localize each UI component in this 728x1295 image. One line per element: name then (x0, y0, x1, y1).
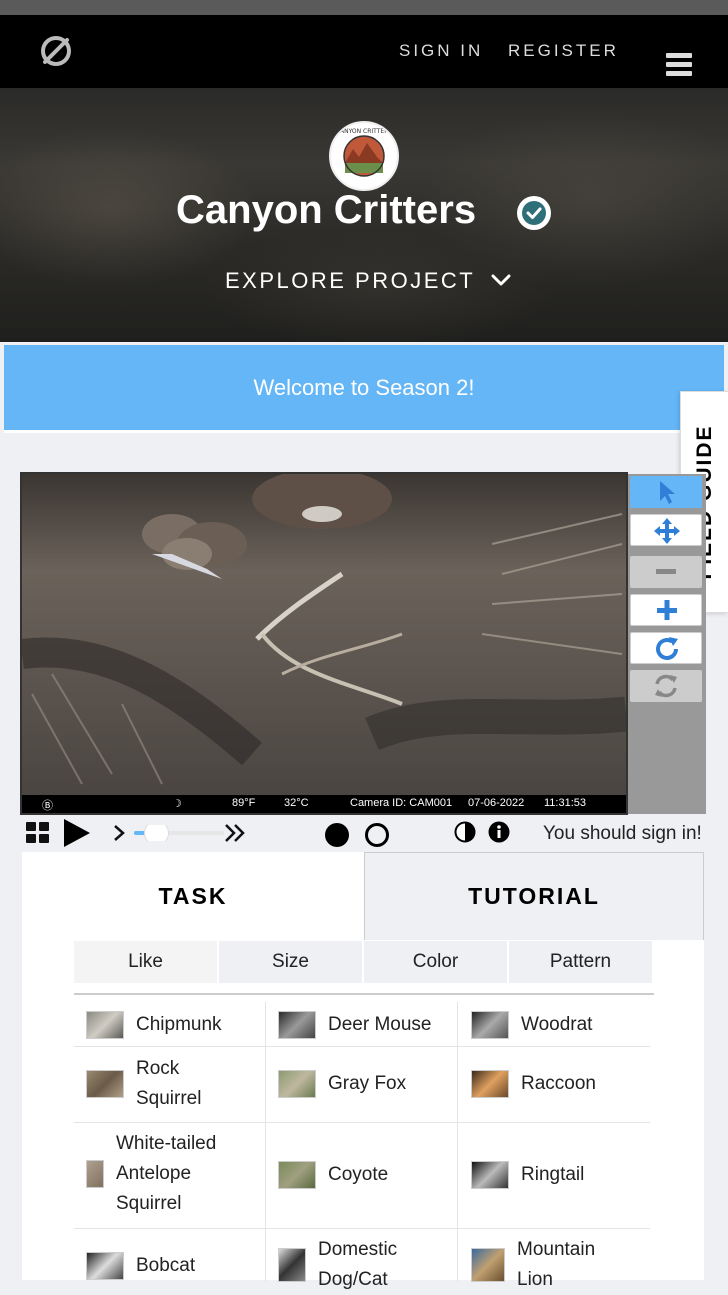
species-thumbnail (86, 1252, 124, 1280)
camera-badge-icon: Ⓑ (42, 800, 53, 812)
filter-size[interactable]: Size (219, 941, 362, 983)
species-thumbnail (471, 1161, 509, 1189)
species-label: Gray Fox (328, 1073, 407, 1094)
tab-tutorial[interactable]: TUTORIAL (364, 852, 704, 940)
project-title: Canyon Critters (176, 188, 477, 232)
zoom-in-button[interactable] (630, 594, 702, 626)
sign-in-message: You should sign in! (543, 823, 702, 844)
reset-view-button[interactable] (630, 670, 702, 702)
characteristic-filters: Like Size Color Pattern (74, 941, 652, 983)
moon-icon: ☽ (172, 798, 182, 810)
species-thumbnail (471, 1011, 509, 1039)
species-thumbnail (86, 1160, 104, 1188)
fast-forward-icon[interactable] (224, 823, 248, 847)
species-label: Coyote (328, 1164, 389, 1185)
camera-trap-photo (22, 474, 626, 797)
temp-c: 32°C (284, 797, 309, 809)
register-link[interactable]: REGISTER (508, 41, 619, 61)
subject-controls: You should sign in! (22, 816, 708, 852)
announcement-banner[interactable]: Welcome to Season 2! (4, 345, 724, 433)
capture-date: 07-06-2022 (468, 797, 525, 809)
species-bobcat[interactable]: Bobcat (86, 1251, 195, 1281)
species-coyote[interactable]: Coyote (278, 1160, 388, 1190)
species-label: Domestic Dog/Cat (318, 1239, 398, 1290)
species-thumbnail (86, 1070, 124, 1098)
species-thumbnail (278, 1161, 316, 1189)
species-mountain-lion[interactable]: Mountain Lion (471, 1235, 595, 1295)
subject-image[interactable]: Ⓑ ☽ 89°F 32°C Camera ID: CAM001 07-06-20… (20, 472, 628, 815)
species-label: Ringtail (521, 1164, 585, 1185)
play-icon[interactable] (62, 818, 92, 852)
zoom-out-button[interactable] (630, 556, 702, 588)
species-label: White-tailed Antelope Squirrel (116, 1133, 217, 1214)
playback-speed-slider[interactable] (134, 820, 224, 846)
species-label: Woodrat (521, 1014, 593, 1035)
image-tool-panel (628, 474, 706, 814)
grid-view-icon[interactable] (26, 822, 50, 848)
species-white-tailed-antelope-squirrel[interactable]: White-tailed Antelope Squirrel (86, 1129, 216, 1219)
sign-in-link[interactable]: SIGN IN (399, 41, 483, 61)
species-thumbnail (86, 1011, 124, 1039)
zooniverse-logo-icon[interactable] (38, 33, 74, 69)
contrast-icon[interactable] (454, 821, 476, 847)
species-thumbnail (278, 1248, 306, 1282)
filter-color[interactable]: Color (364, 941, 507, 983)
chevron-down-icon[interactable] (490, 270, 512, 290)
species-thumbnail (278, 1070, 316, 1098)
species-label: Raccoon (521, 1073, 596, 1094)
camera-id: Camera ID: CAM001 (350, 797, 453, 809)
species-raccoon[interactable]: Raccoon (471, 1069, 596, 1099)
filter-like[interactable]: Like (74, 941, 217, 983)
step-forward-icon[interactable] (112, 824, 126, 846)
avatar-text: CANYON CRITTERS (336, 128, 393, 135)
annotate-tool-button[interactable] (630, 476, 702, 508)
tab-task[interactable]: TASK (22, 852, 364, 940)
project-avatar: CANYON CRITTERS (329, 121, 399, 191)
rotate-button[interactable] (630, 632, 702, 664)
capture-time: 11:31:53 (544, 797, 587, 809)
species-deer-mouse[interactable]: Deer Mouse (278, 1010, 432, 1040)
species-thumbnail (471, 1248, 505, 1282)
info-icon[interactable] (488, 821, 510, 847)
survey-task-panel: Like Size Color Pattern Chipmunk Deer Mo… (22, 940, 704, 1290)
species-thumbnail (471, 1070, 509, 1098)
filter-pattern[interactable]: Pattern (509, 941, 652, 983)
menu-icon[interactable] (666, 53, 692, 77)
top-navigation: SIGN IN REGISTER (0, 15, 728, 88)
camera-info-strip: Ⓑ ☽ 89°F 32°C Camera ID: CAM001 07-06-20… (22, 795, 626, 813)
species-chipmunk[interactable]: Chipmunk (86, 1010, 222, 1040)
species-label: Chipmunk (136, 1014, 222, 1035)
explore-project-button[interactable]: EXPLORE PROJECT (225, 268, 475, 294)
species-gray-fox[interactable]: Gray Fox (278, 1069, 406, 1099)
empty-circle-icon[interactable] (364, 822, 390, 852)
project-hero: CANYON CRITTERS Canyon Critters EXPLORE … (0, 88, 728, 342)
task-tabs: TASK TUTORIAL (22, 852, 704, 940)
species-label: Bobcat (136, 1255, 196, 1276)
status-bar (0, 0, 728, 15)
species-woodrat[interactable]: Woodrat (471, 1010, 592, 1040)
species-label: Mountain Lion (517, 1239, 596, 1290)
species-thumbnail (278, 1011, 316, 1039)
species-domestic-dog-cat[interactable]: Domestic Dog/Cat (278, 1235, 397, 1295)
species-ringtail[interactable]: Ringtail (471, 1160, 584, 1190)
verified-check-icon (517, 196, 551, 230)
filled-circle-icon[interactable] (324, 822, 350, 852)
filters-divider (74, 993, 654, 995)
species-label: Deer Mouse (328, 1014, 432, 1035)
species-rock-squirrel[interactable]: Rock Squirrel (86, 1054, 201, 1114)
species-label: Rock Squirrel (136, 1058, 202, 1109)
temp-f: 89°F (232, 797, 256, 809)
move-tool-button[interactable] (630, 514, 702, 546)
